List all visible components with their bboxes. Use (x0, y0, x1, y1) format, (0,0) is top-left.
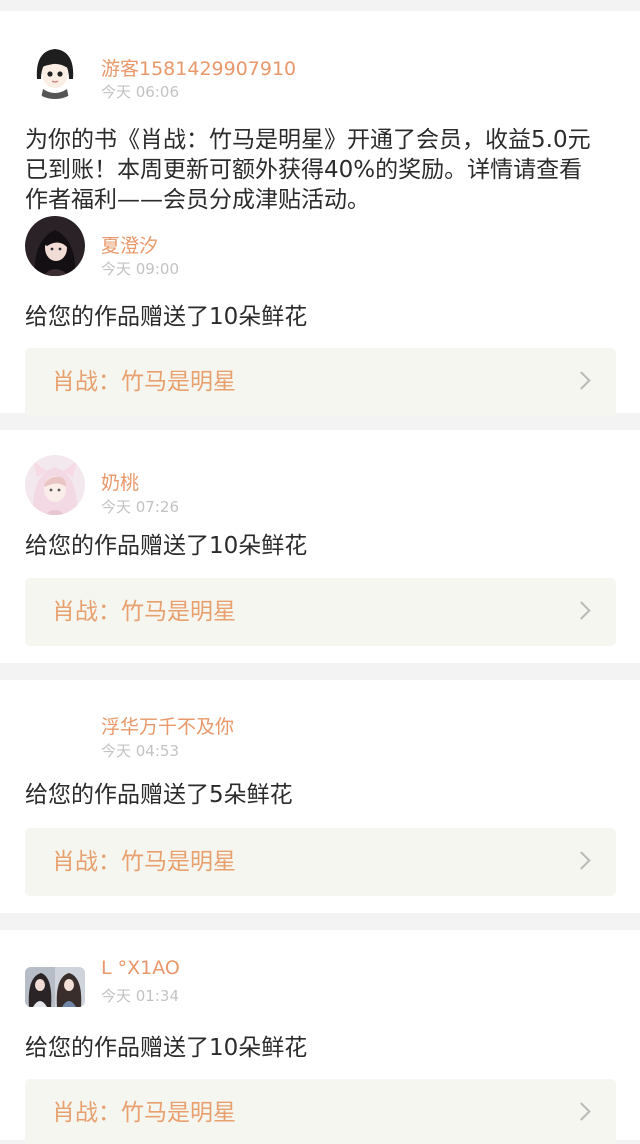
message-text: 给您的作品赠送了5朵鲜花 (25, 782, 293, 808)
timestamp: 今天 06:06 (101, 83, 179, 101)
message-text: 给您的作品赠送了10朵鲜花 (25, 1035, 308, 1061)
message-text: 为你的书《肖战：竹马是明星》开通了会员，收益5.0元已到账！本周更新可额外获得4… (25, 127, 591, 213)
top-gap (0, 0, 640, 11)
timestamp: 今天 07:26 (101, 498, 179, 516)
notification-item: 浮华万千不及你 今天 04:53 (25, 705, 616, 765)
notification-item: 夏澄汐 今天 09:00 给您的作品赠送了10朵鲜花 肖战：竹马是明星 (25, 215, 616, 416)
username[interactable]: 浮华万千不及你 (101, 712, 234, 739)
username[interactable]: 夏澄汐 (101, 231, 158, 258)
separator (0, 663, 640, 680)
book-title: 肖战：竹马是明星 (52, 599, 236, 625)
notification-item: 游客1581429907910 今天 06:06 为你的书《肖战：竹马是明星》开… (25, 11, 616, 213)
girl-hood-avatar-icon[interactable] (25, 455, 85, 515)
chevron-right-icon (572, 851, 591, 870)
chevron-right-icon (572, 601, 591, 620)
notification-item: L °X1AO 今天 01:34 (25, 957, 616, 1017)
username[interactable]: L °X1AO (101, 957, 180, 979)
book-link[interactable]: 肖战：竹马是明星 (25, 828, 616, 896)
chevron-right-icon (572, 371, 591, 390)
book-title: 肖战：竹马是明星 (52, 1100, 236, 1126)
timestamp: 今天 09:00 (101, 260, 179, 278)
notification-card: 游客1581429907910 今天 06:06 为你的书《肖战：竹马是明星》开… (0, 11, 640, 416)
chevron-right-icon (572, 1102, 591, 1121)
notification-card: 浮华万千不及你 今天 04:53 给您的作品赠送了5朵鲜花 肖战：竹马是明星 (0, 680, 640, 913)
notification-card: 奶桃 今天 07:26 给您的作品赠送了10朵鲜花 肖战：竹马是明星 (0, 430, 640, 663)
notification-item: 奶桃 今天 07:26 (25, 455, 616, 516)
girl-photo-avatar-icon[interactable] (25, 216, 85, 276)
notification-list: 游客1581429907910 今天 06:06 为你的书《肖战：竹马是明星》开… (0, 0, 640, 1144)
book-link[interactable]: 肖战：竹马是明星 (25, 578, 616, 646)
message-text: 给您的作品赠送了10朵鲜花 (25, 533, 308, 559)
timestamp: 今天 01:34 (101, 987, 179, 1005)
book-link[interactable]: 肖战：竹马是明星 (25, 1079, 616, 1144)
book-link[interactable]: 肖战：竹马是明星 (25, 348, 616, 416)
cartoon-girl-avatar-icon[interactable] (25, 39, 85, 99)
timestamp: 今天 04:53 (101, 742, 179, 760)
username[interactable]: 游客1581429907910 (101, 54, 296, 81)
two-girls-avatar-icon[interactable] (25, 967, 85, 1007)
book-title: 肖战：竹马是明星 (52, 849, 236, 875)
notification-card: L °X1AO 今天 01:34 给您的作品赠送了10朵鲜花 肖战：竹马是明星 (0, 930, 640, 1144)
separator (0, 913, 640, 930)
username[interactable]: 奶桃 (101, 468, 139, 495)
blank-avatar-icon[interactable] (25, 705, 85, 765)
message-text: 给您的作品赠送了10朵鲜花 (25, 304, 308, 330)
book-title: 肖战：竹马是明星 (52, 369, 236, 395)
